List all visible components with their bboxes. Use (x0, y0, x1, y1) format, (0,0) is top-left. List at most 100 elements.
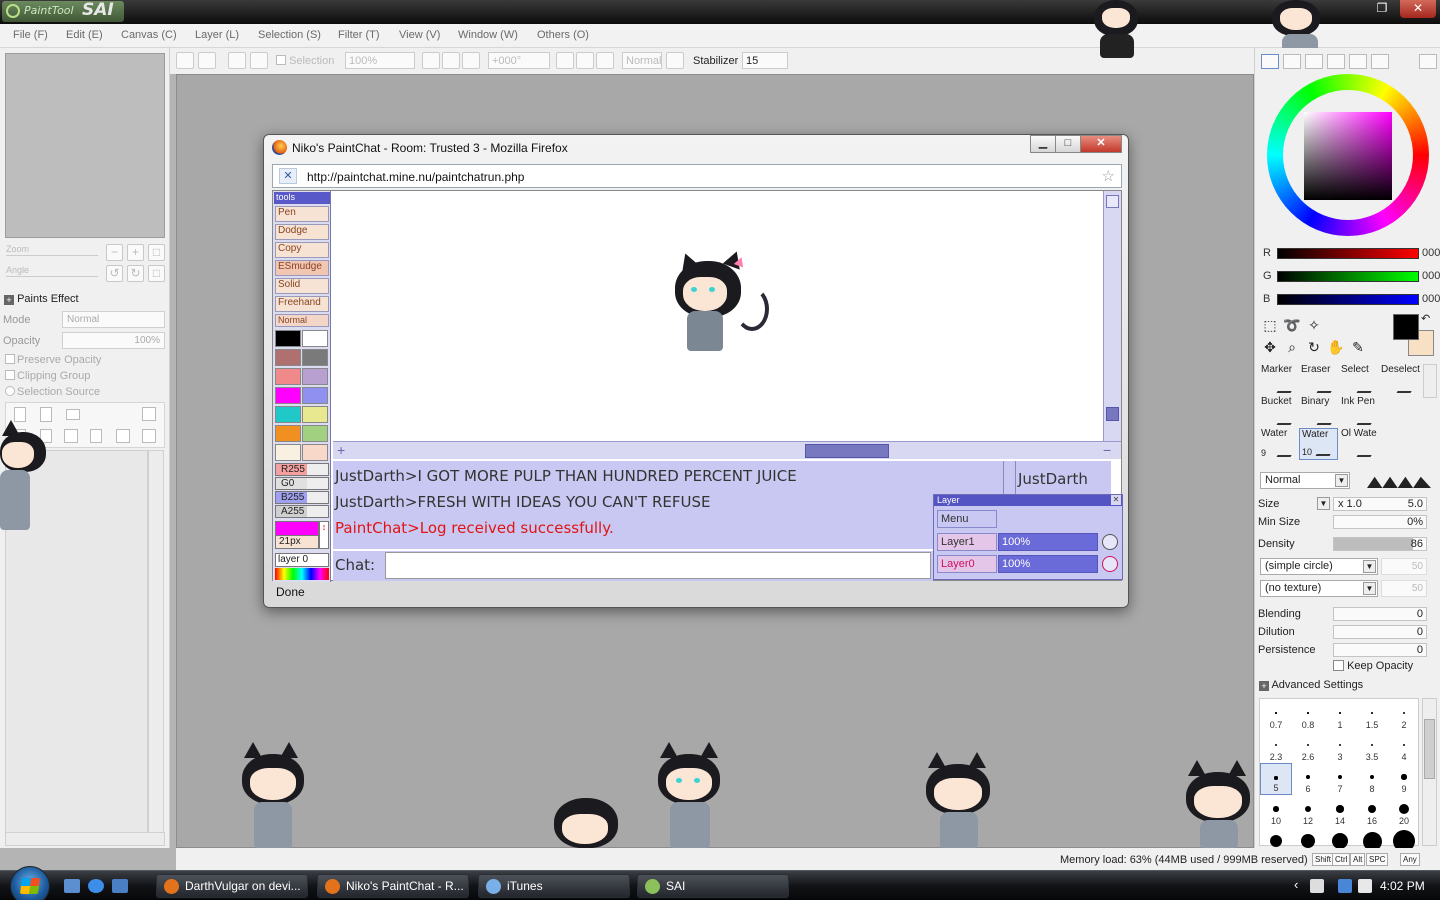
task-button-paintchat[interactable]: Niko's PaintChat - R... (317, 874, 469, 898)
preserve-opacity-checkbox[interactable]: Preserve Opacity (5, 354, 101, 366)
clear-icon[interactable] (64, 429, 78, 443)
swatches-tab-icon[interactable] (1327, 54, 1345, 69)
brush-size-preset[interactable]: 8 (1356, 763, 1388, 795)
g-slider[interactable] (1277, 271, 1419, 282)
brush-ol-wate[interactable]: Ol Wate (1339, 428, 1378, 460)
start-button[interactable] (10, 866, 50, 900)
firefox-close-button[interactable]: ✕ (1080, 135, 1122, 153)
menu-layer[interactable]: Layer (L) (195, 29, 239, 41)
hue-ring[interactable] (1267, 74, 1429, 236)
user-entry[interactable]: JustDarth (1018, 470, 1088, 488)
size-dropdown-icon[interactable]: ▼ (1317, 497, 1330, 510)
brush-size-preset[interactable]: 10 (1260, 795, 1292, 827)
network-tray-icon[interactable] (1338, 879, 1352, 893)
r-value[interactable]: 000 (1422, 247, 1440, 259)
zoom-reset-button[interactable]: □ (148, 244, 165, 261)
color-slider[interactable]: B255 (275, 491, 329, 504)
layer-window-close-icon[interactable]: ✕ (1111, 495, 1121, 505)
brush-texture-select[interactable]: (no texture) ▼ (1260, 580, 1378, 597)
tray-expand-icon[interactable]: ‹ (1294, 877, 1298, 892)
brush-size-preset[interactable]: 0.7 (1260, 699, 1292, 731)
switch-windows-icon[interactable] (112, 879, 128, 893)
color-slider[interactable]: G0 (275, 477, 329, 490)
space-key-indicator[interactable]: SPC (1366, 853, 1389, 866)
navigator-preview[interactable] (5, 53, 165, 238)
brush-size-preset[interactable]: 1.5 (1356, 699, 1388, 731)
tool-esmudge[interactable]: ESmudge (275, 260, 329, 276)
horizontal-scroll-thumb[interactable] (805, 444, 889, 458)
clock[interactable]: 4:02 PM (1380, 879, 1425, 893)
shift-key-indicator[interactable]: Shift (1312, 853, 1335, 866)
brush-size-preset[interactable]: 2 (1388, 699, 1420, 731)
palette-swatch[interactable] (302, 425, 328, 442)
stabilizer-select[interactable]: 15 (742, 52, 788, 69)
palette-swatch[interactable] (275, 368, 301, 385)
checkbox-box[interactable] (1333, 660, 1344, 671)
chat-input[interactable] (385, 552, 931, 579)
layer-window-title[interactable]: Layer (934, 495, 1122, 506)
brush-size-preset[interactable]: 1 (1324, 699, 1356, 731)
address-bar[interactable]: ✕ http://paintchat.mine.nu/paintchatrun.… (272, 164, 1122, 188)
scroll-up-button[interactable] (1106, 195, 1119, 208)
r-slider[interactable] (1277, 248, 1419, 259)
any-key-indicator[interactable]: Any (1400, 853, 1420, 866)
brush-ink-pen[interactable]: Ink Pen (1339, 396, 1378, 428)
persistence-slider[interactable]: 0 (1333, 643, 1427, 657)
palette-swatch[interactable] (302, 444, 328, 461)
firefox-maximize-button[interactable]: □ (1055, 135, 1081, 153)
redo-button[interactable] (198, 52, 216, 69)
brush-size-preset[interactable]: 6 (1292, 763, 1324, 795)
zoom-minus-button[interactable] (422, 52, 440, 69)
rotation-field[interactable]: +000° (488, 52, 550, 69)
brush-blend-select[interactable]: Normal ▼ (1260, 472, 1350, 489)
url-text[interactable]: http://paintchat.mine.nu/paintchatrun.ph… (307, 170, 524, 184)
selection-toggle[interactable]: Selection (276, 55, 334, 67)
palette-swatch[interactable] (302, 406, 328, 423)
palette-swatch[interactable] (275, 387, 301, 404)
trash-icon[interactable] (90, 429, 102, 443)
clipping-group-checkbox[interactable]: Clipping Group (5, 370, 90, 382)
brush-bucket[interactable]: Bucket (1259, 396, 1298, 428)
brush-size-preset[interactable]: 9 (1388, 763, 1420, 795)
color-panel-menu-icon[interactable] (1419, 54, 1437, 69)
deselect-button[interactable] (228, 52, 246, 69)
menu-view[interactable]: View (V) (399, 29, 440, 41)
color-wheel-tab-icon[interactable] (1261, 54, 1279, 69)
layer-list-scrollbar[interactable] (148, 450, 164, 834)
rotate-cw-button[interactable] (576, 52, 594, 69)
brush-size-preset[interactable]: 2.6 (1292, 731, 1324, 763)
layer0-name[interactable]: Layer0 (937, 555, 997, 573)
zoom-fit-button[interactable] (462, 52, 480, 69)
current-color-swatch[interactable] (275, 521, 319, 536)
blending-slider[interactable]: 0 (1333, 607, 1427, 621)
menu-filter[interactable]: Filter (T) (338, 29, 380, 41)
brush-size-preset[interactable]: 12 (1292, 795, 1324, 827)
magic-wand-icon[interactable]: ✧ (1305, 316, 1323, 334)
task-button-sai[interactable]: SAI (637, 874, 789, 898)
brush-water[interactable]: Water 10 (1299, 428, 1338, 460)
menu-others[interactable]: Others (O) (537, 29, 589, 41)
rotate-right-button[interactable]: ↻ (127, 265, 144, 282)
layer-mask-icon[interactable] (142, 407, 156, 421)
move-icon[interactable]: ✥ (1261, 338, 1279, 356)
menu-window[interactable]: Window (W) (458, 29, 518, 41)
bookmark-star-icon[interactable]: ☆ (1102, 167, 1115, 185)
zoom-icon[interactable]: ⌕ (1283, 338, 1301, 356)
eyedropper-icon[interactable]: ✎ (1349, 338, 1367, 356)
selection-checkbox[interactable] (276, 55, 286, 65)
brush-size-preset[interactable]: 4 (1388, 731, 1420, 763)
hue-strip[interactable] (275, 568, 329, 580)
brush-shape-select[interactable]: (simple circle) ▼ (1260, 558, 1378, 575)
tool-pen[interactable]: Pen (275, 206, 329, 222)
window-restore-button[interactable]: ❐ (1368, 0, 1396, 18)
layer1-name[interactable]: Layer1 (937, 533, 997, 551)
brush-deselect[interactable]: Deselect (1379, 364, 1420, 396)
vertical-scroll-thumb[interactable] (1106, 407, 1119, 421)
color-slider[interactable]: R255 (275, 463, 329, 476)
hsv-sliders-tab-icon[interactable] (1305, 54, 1323, 69)
hand-icon[interactable]: ✋ (1327, 338, 1345, 356)
current-layer-label[interactable]: layer 0 (275, 553, 329, 567)
window-close-button[interactable]: ✕ (1400, 0, 1436, 18)
menu-edit[interactable]: Edit (E) (66, 29, 103, 41)
brush-size-preset[interactable]: 2.3 (1260, 731, 1292, 763)
